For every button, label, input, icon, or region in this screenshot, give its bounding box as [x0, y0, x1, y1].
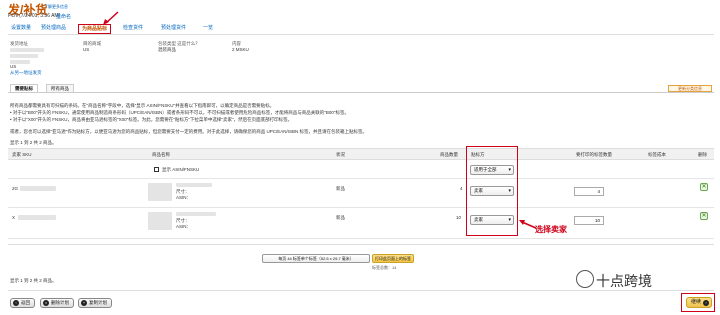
product-asin-label: ASIN：: [176, 195, 192, 200]
product-name-redacted[interactable]: [176, 183, 212, 187]
label-format-select[interactable]: 每页 44 标签单个标签（52.5 x 29.7 毫米）: [262, 254, 370, 263]
column-header: 删除: [698, 152, 707, 157]
label-total: 标签总数：14: [372, 265, 397, 270]
back-icon: ‹: [13, 300, 19, 306]
delete-plan-label: 删除计划: [51, 300, 69, 305]
labels-to-print-input[interactable]: 10: [574, 216, 604, 225]
shipment-name: PLN (7/24/01, 3:36 AM): [8, 13, 61, 19]
back-button[interactable]: ‹ 返回: [10, 298, 35, 308]
table-header: 卖家 SKU 商品名称 状况 商品数量 贴标方 要打印的标签数量 标签成本 删除: [8, 148, 714, 160]
highlight-arrow-icon: [103, 11, 119, 25]
delete-icon: ×: [43, 300, 49, 306]
column-header: 商品数量: [440, 152, 458, 157]
contents-value: 2 MSKU: [232, 47, 249, 52]
divider: [8, 34, 714, 35]
annotation-label: 选择卖家: [535, 225, 567, 234]
delete-row-button[interactable]: ✕: [700, 212, 708, 220]
show-asin-label: 显示 ASIN/FNSKU: [162, 167, 200, 172]
labeling-note: 所有商品都需要具有可扫描的条码。在"商品名称"字段中，选择"显示 ASIN/FN…: [10, 103, 275, 108]
product-name-redacted[interactable]: [176, 212, 216, 216]
condition-cell: 新品: [336, 215, 345, 220]
sku-cell: 2G: [12, 186, 19, 191]
pagination-top: 显示 1 到 2 共 2 商品。: [10, 140, 57, 145]
units-cell: 4: [460, 186, 463, 191]
sku-redacted: [18, 215, 56, 220]
pagination-bottom: 显示 1 到 2 共 2 商品。: [10, 278, 57, 283]
divider: [8, 244, 714, 245]
tab-prepare-shipments[interactable]: 预处理货件: [158, 24, 189, 32]
ship-from-heading: 发货地址: [10, 41, 28, 46]
tab-review-shipments[interactable]: 检查货件: [120, 24, 146, 32]
product-thumbnail: [148, 183, 172, 201]
marketplace-value: US: [83, 47, 90, 52]
units-cell: 10: [456, 215, 462, 220]
column-header: 状况: [336, 152, 345, 157]
delete-plan-button[interactable]: × 删除计划: [40, 298, 74, 308]
rename-link[interactable]: 重命名: [56, 13, 71, 20]
table-row: 2G 尺寸： ASIN： 新品 4 卖家 ▾ 4 ✕: [8, 180, 714, 208]
tab-set-quantity[interactable]: 设置数量: [8, 24, 34, 32]
column-header: 卖家 SKU: [12, 152, 32, 157]
condition-cell: 新品: [336, 186, 345, 191]
delete-row-button[interactable]: ✕: [700, 183, 708, 191]
labeling-note: • 对于以"B00"开头的 FNSKU，通常使用商品制造商条形码（UPC/EAN…: [10, 110, 349, 115]
highlight-box: [466, 146, 518, 236]
watermark-logo-icon: [576, 270, 594, 288]
ship-from-country: US: [10, 64, 17, 69]
tab-summary[interactable]: 一览: [200, 24, 216, 32]
ship-from-address-line: [10, 48, 44, 52]
print-labels-button[interactable]: 打印此页面上的标签: [372, 254, 414, 263]
column-header: 标签成本: [648, 152, 666, 157]
column-header: 商品名称: [152, 152, 170, 157]
labeling-note: 或者，您也可以选择"亚马逊"作为贴标方，以便亚马逊为您的商品贴标，但您需要支付一…: [10, 129, 367, 134]
help-link[interactable]: 了解更多信息: [44, 4, 68, 10]
divider: [8, 92, 714, 93]
table-row: X 尺寸： ASIN： 新品 10 卖家 ▾ 10 ✕: [8, 209, 714, 239]
packing-type-value: 混装商品: [158, 47, 176, 52]
tab-prep-products[interactable]: 预处理商品: [38, 24, 69, 32]
table-row: 显示 ASIN/FNSKU 适用于全部 ▾: [8, 161, 714, 179]
ship-from-other-address-link[interactable]: 从另一地址发货: [10, 70, 42, 76]
back-button-label: 返回: [21, 300, 30, 305]
watermark: 十点跨境: [596, 273, 652, 289]
labels-to-print-input[interactable]: 4: [574, 187, 604, 196]
update-category-badge[interactable]: 更新分类信息: [668, 85, 712, 92]
copy-icon: +: [81, 300, 87, 306]
ship-from-address-line: [10, 54, 38, 58]
product-asin-label: ASIN：: [176, 224, 192, 229]
show-asin-checkbox[interactable]: [154, 167, 159, 172]
subtab-labeling-required[interactable]: 需要贴标: [10, 84, 38, 92]
highlight-box: [681, 293, 715, 312]
subtab-all-products[interactable]: 所有商品: [46, 84, 74, 92]
sku-cell: X: [12, 215, 16, 220]
copy-plan-button[interactable]: + 复制计划: [78, 298, 112, 308]
copy-plan-label: 复制计划: [89, 300, 107, 305]
labeling-note: • 对于以"X00"开头的 FNSKU，商品将由亚马逊标签的"X00"标签。为此…: [10, 117, 293, 122]
sku-redacted: [20, 186, 56, 191]
column-header: 要打印的标签数量: [576, 152, 612, 157]
product-thumbnail: [148, 212, 172, 230]
